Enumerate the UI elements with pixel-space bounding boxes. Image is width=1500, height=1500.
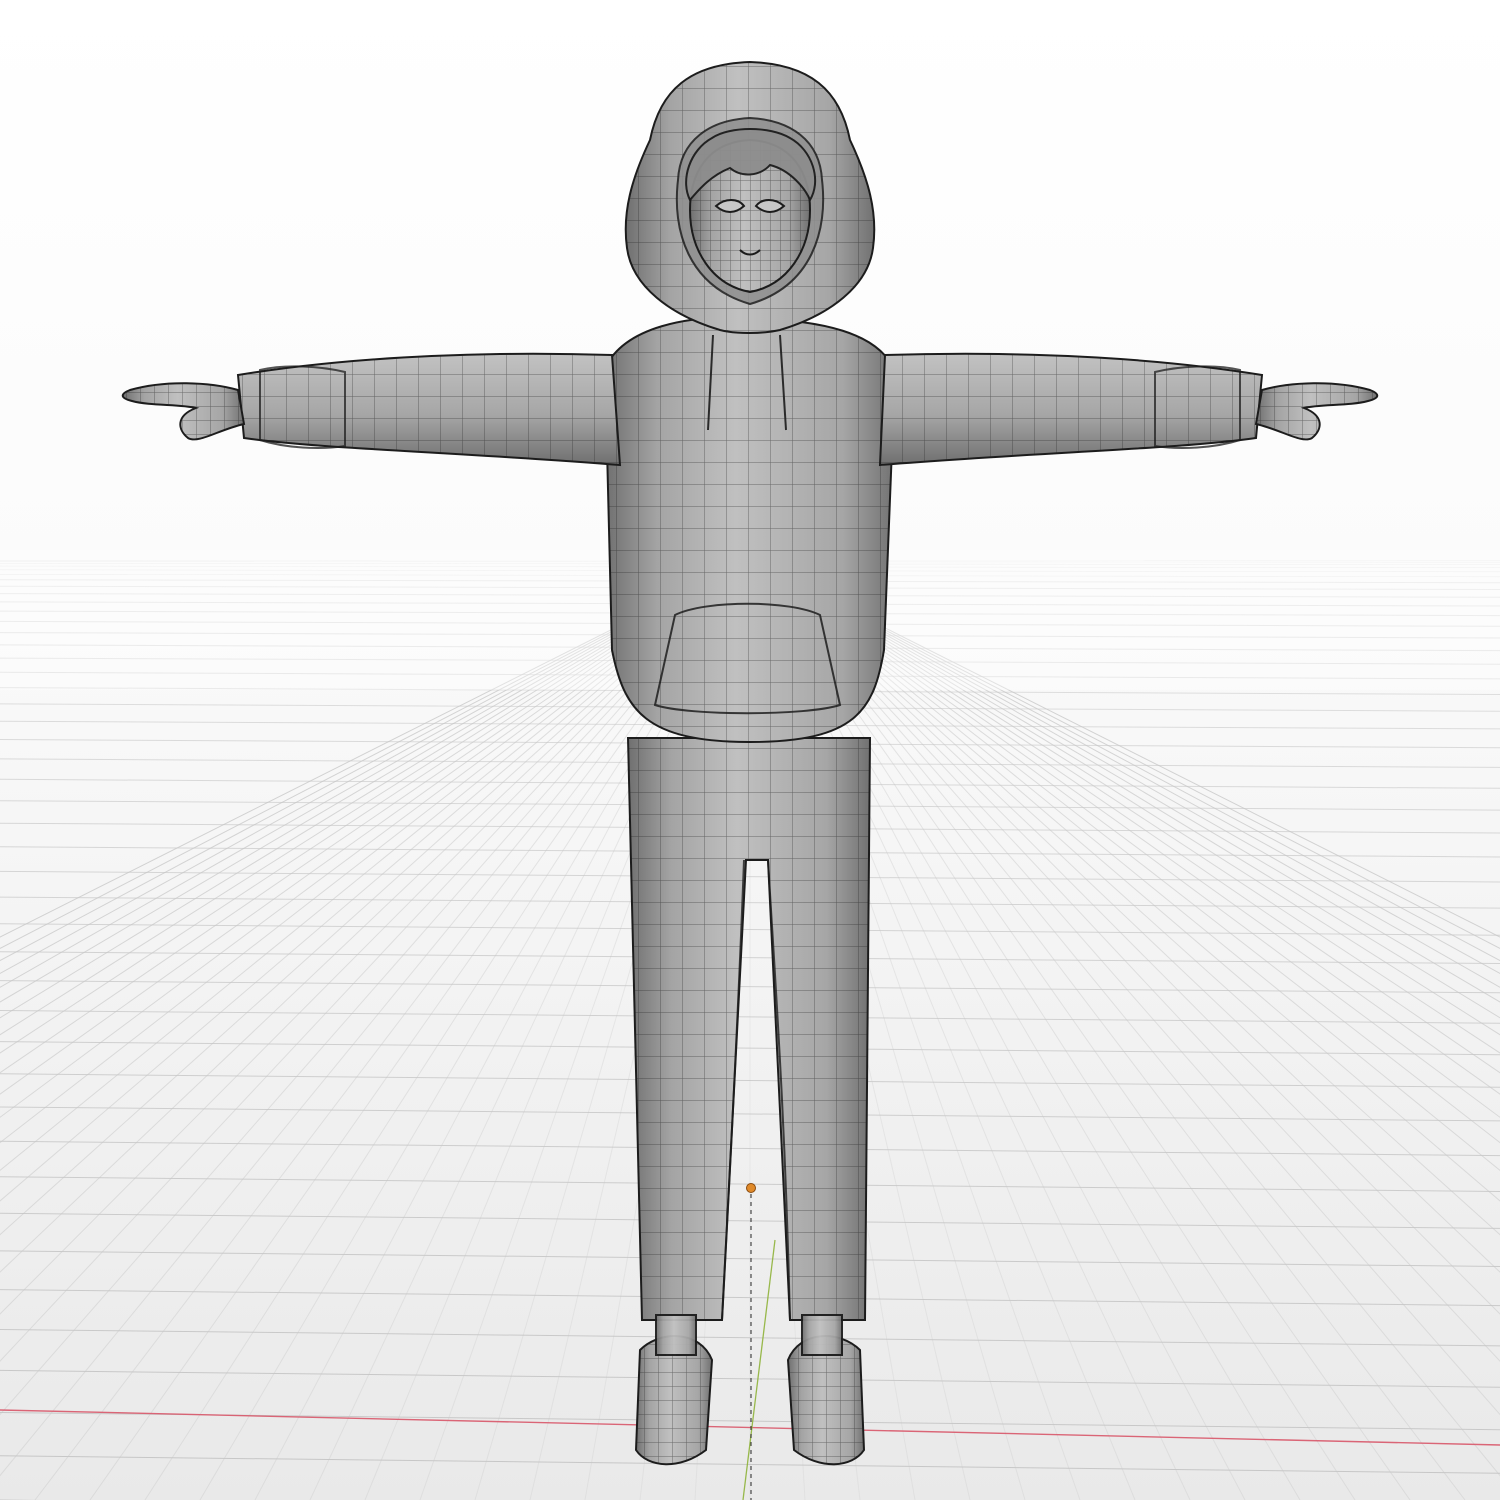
hoodie[interactable] xyxy=(603,316,897,744)
left-eye xyxy=(714,199,746,213)
3d-viewport[interactable] xyxy=(0,0,1500,1500)
origin-point xyxy=(746,1183,756,1193)
viewport-scene[interactable] xyxy=(0,0,1500,1500)
right-eye xyxy=(754,199,786,213)
